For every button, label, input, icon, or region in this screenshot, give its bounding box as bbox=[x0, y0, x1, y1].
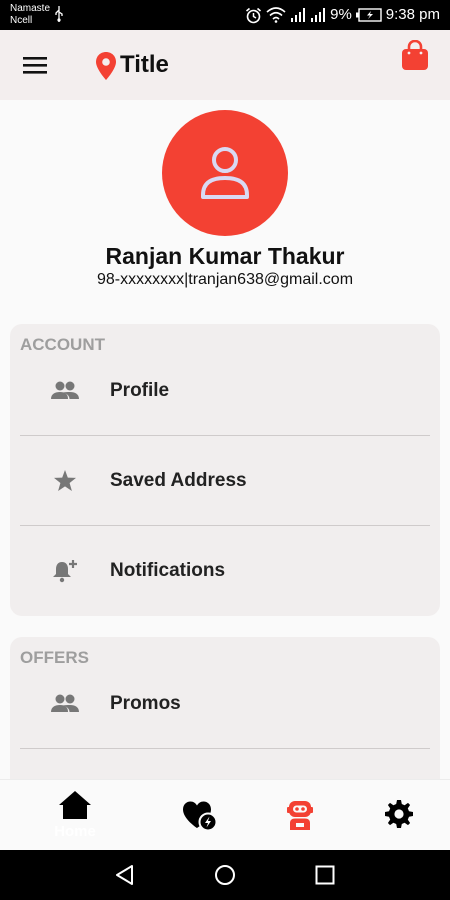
people-icon bbox=[51, 694, 79, 712]
system-navigation-bar bbox=[0, 850, 450, 900]
battery-percent: 9% bbox=[330, 6, 352, 23]
account-section: ACCOUNT Profile Saved Address Notificati… bbox=[10, 324, 440, 616]
user-contact: 98-xxxxxxxx|tranjan638@gmail.com bbox=[96, 271, 354, 288]
nav-assistant[interactable] bbox=[265, 780, 335, 851]
location-pin-icon bbox=[96, 52, 116, 80]
carrier-info: Namaste Ncell bbox=[10, 3, 50, 27]
person-icon bbox=[201, 147, 249, 199]
home-circle-icon[interactable] bbox=[214, 864, 236, 886]
menu-item-notifications[interactable]: Notifications bbox=[20, 526, 430, 616]
menu-item-saved-address[interactable]: Saved Address bbox=[20, 436, 430, 526]
home-icon bbox=[59, 791, 91, 819]
usb-icon bbox=[55, 6, 63, 22]
clock: 9:38 pm bbox=[385, 6, 440, 23]
app-title: Title bbox=[120, 51, 169, 78]
menu-item-label: Promos bbox=[110, 693, 181, 714]
status-bar: Namaste Ncell 9% 9:38 pm bbox=[0, 0, 450, 30]
signal-icon-1 bbox=[291, 8, 306, 22]
robot-icon bbox=[287, 801, 313, 830]
bell-plus-icon bbox=[53, 560, 77, 583]
star-icon bbox=[54, 470, 76, 491]
bottom-navigation: Home bbox=[0, 779, 450, 850]
carrier-line2: Ncell bbox=[10, 15, 33, 26]
wifi-icon bbox=[266, 7, 286, 23]
user-name: Ranjan Kumar Thakur bbox=[105, 243, 345, 269]
nav-home[interactable]: Home bbox=[40, 780, 110, 851]
menu-item-label: Saved Address bbox=[110, 470, 247, 491]
menu-item-profile[interactable]: Profile bbox=[20, 346, 430, 436]
menu-item-label: Profile bbox=[110, 380, 170, 401]
menu-item-label: Notifications bbox=[110, 560, 226, 581]
battery-icon bbox=[355, 8, 382, 22]
status-indicators: 9% 9:38 pm bbox=[245, 6, 440, 24]
heart-flash-icon bbox=[183, 801, 218, 832]
nav-settings[interactable] bbox=[364, 780, 434, 851]
app-bar: Title bbox=[0, 30, 450, 100]
shopping-bag-icon[interactable] bbox=[400, 40, 430, 72]
alarm-icon bbox=[246, 7, 262, 23]
recents-icon[interactable] bbox=[315, 864, 335, 886]
gear-icon bbox=[385, 800, 413, 828]
signal-icon-2 bbox=[311, 8, 326, 22]
people-icon bbox=[51, 381, 79, 399]
menu-item-promos[interactable]: Promos bbox=[20, 659, 430, 749]
avatar[interactable] bbox=[162, 110, 288, 236]
nav-favorites[interactable] bbox=[165, 780, 235, 851]
carrier-line1: Namaste bbox=[10, 3, 51, 14]
menu-icon[interactable] bbox=[23, 55, 47, 75]
nav-home-label: Home bbox=[54, 823, 96, 840]
back-icon[interactable] bbox=[114, 864, 136, 886]
